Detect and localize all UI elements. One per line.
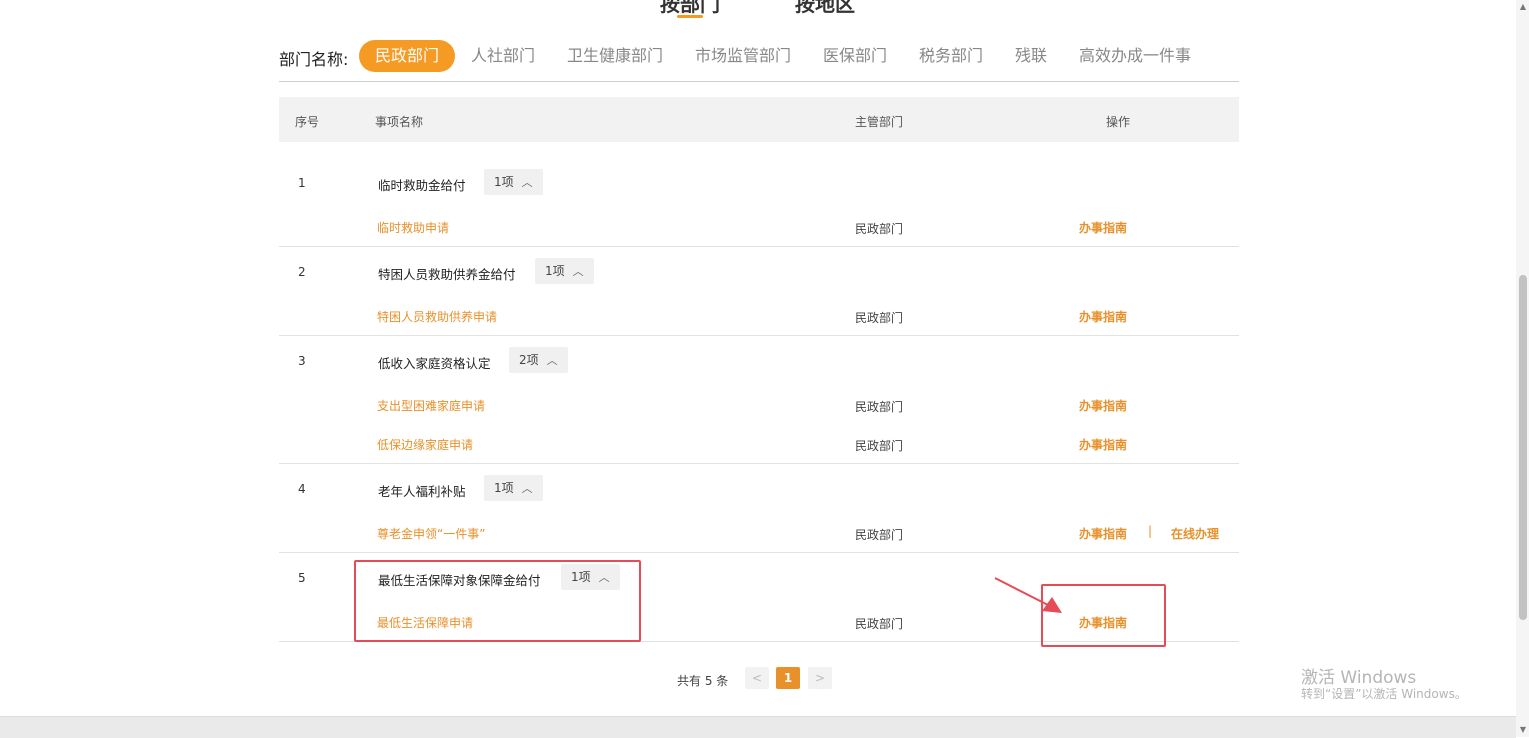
group-title: 老年人福利补贴 [378, 484, 466, 499]
row-number: 4 [298, 482, 306, 496]
item-dept: 民政部门 [855, 439, 904, 453]
guide-link[interactable]: 办事指南 [1079, 525, 1127, 542]
prev-page-button[interactable]: < [745, 667, 769, 689]
scroll-up-icon[interactable]: ▲ [1518, 2, 1528, 11]
item-link[interactable]: 尊老金申领“一件事” [377, 525, 485, 542]
dept-tab-human-resources[interactable]: 人社部门 [471, 40, 535, 72]
dept-tab-medical-insurance[interactable]: 医保部门 [823, 40, 887, 72]
header-name: 事项名称 [375, 115, 424, 129]
chevron-up-icon: ︿ [572, 265, 584, 278]
department-filter-label: 部门名称: [279, 50, 349, 69]
dept-tab-health[interactable]: 卫生健康部门 [567, 40, 663, 72]
activation-watermark-hint: 转到“设置”以激活 Windows。 [1301, 687, 1467, 701]
op-separator: | [1148, 524, 1153, 538]
group-count: 1项 [545, 264, 565, 278]
group-title: 特困人员救助供养金给付 [378, 267, 516, 282]
group-count-toggle[interactable]: 1项 ︿ [484, 169, 543, 195]
header-op: 操作 [1106, 115, 1131, 129]
row-number: 2 [298, 265, 306, 279]
active-tab-indicator [677, 15, 703, 18]
scroll-down-icon[interactable]: ▼ [1518, 725, 1528, 734]
guide-link[interactable]: 办事指南 [1079, 436, 1127, 453]
item-link[interactable]: 特困人员救助供养申请 [377, 308, 497, 325]
annotation-arrow-icon [994, 577, 1062, 613]
row-divider [279, 552, 1239, 553]
group-count: 2项 [519, 353, 539, 367]
page-bottom-bar [0, 716, 1516, 738]
row-number: 5 [298, 571, 306, 585]
dept-tab-one-thing[interactable]: 高效办成一件事 [1079, 40, 1191, 72]
group-count-toggle[interactable]: 1项 ︿ [484, 475, 543, 501]
highlight-box-item [354, 560, 641, 642]
pagination-total: 共有 5 条 [677, 674, 729, 688]
group-count-toggle[interactable]: 2项 ︿ [509, 347, 568, 373]
guide-link[interactable]: 办事指南 [1079, 219, 1127, 236]
dept-tab-disabled-federation[interactable]: 残联 [1015, 40, 1047, 72]
page-button-current[interactable]: 1 [776, 667, 800, 689]
row-number: 1 [298, 176, 306, 190]
guide-link[interactable]: 办事指南 [1079, 308, 1127, 325]
item-link[interactable]: 低保边缘家庭申请 [377, 436, 473, 453]
online-apply-link[interactable]: 在线办理 [1171, 525, 1219, 542]
item-dept: 民政部门 [855, 311, 904, 325]
group-count: 1项 [494, 481, 514, 495]
group-title: 临时救助金给付 [378, 178, 466, 193]
chevron-up-icon: ︿ [521, 482, 533, 495]
item-dept: 民政部门 [855, 400, 904, 414]
group-title: 低收入家庭资格认定 [378, 356, 491, 371]
item-link[interactable]: 支出型困难家庭申请 [377, 397, 485, 414]
next-page-button[interactable]: > [808, 667, 832, 689]
table-header: 序号 事项名称 主管部门 操作 [279, 97, 1239, 142]
header-num: 序号 [295, 115, 320, 129]
group-count: 1项 [494, 175, 514, 189]
dept-tab-market-supervision[interactable]: 市场监管部门 [695, 40, 791, 72]
department-filter: 部门名称: 民政部门 人社部门 卫生健康部门 市场监管部门 医保部门 税务部门 … [279, 40, 1239, 76]
group-count-toggle[interactable]: 1项 ︿ [535, 258, 594, 284]
item-dept: 民政部门 [855, 528, 904, 542]
item-link[interactable]: 临时救助申请 [377, 219, 449, 236]
filter-divider [279, 81, 1239, 82]
item-dept: 民政部门 [855, 222, 904, 236]
row-divider [279, 335, 1239, 336]
dept-tab-taxation[interactable]: 税务部门 [919, 40, 983, 72]
chevron-up-icon: ︿ [521, 176, 533, 189]
row-divider [279, 246, 1239, 247]
tab-by-region[interactable]: 按地区 [795, 0, 855, 17]
header-dept: 主管部门 [855, 115, 904, 129]
item-dept: 民政部门 [855, 617, 904, 631]
row-divider [279, 463, 1239, 464]
chevron-up-icon: ︿ [546, 354, 558, 367]
scrollbar-thumb[interactable] [1519, 275, 1527, 620]
row-number: 3 [298, 354, 306, 368]
dept-tab-civil-affairs[interactable]: 民政部门 [359, 40, 456, 72]
guide-link[interactable]: 办事指南 [1079, 397, 1127, 414]
